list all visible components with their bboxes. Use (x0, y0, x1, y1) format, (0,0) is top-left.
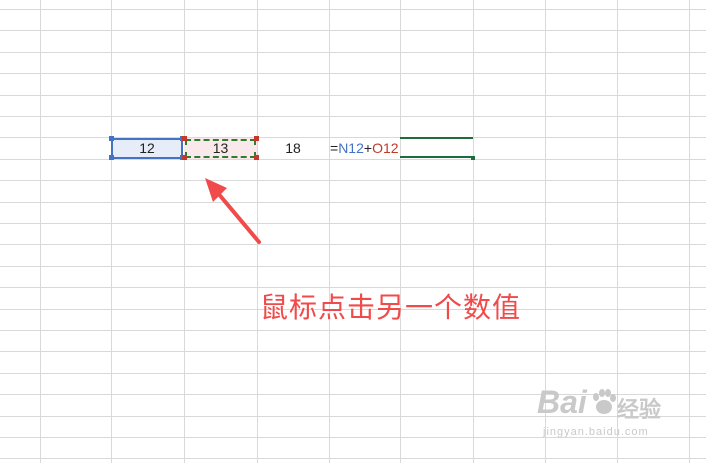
formula-plus: + (363, 140, 373, 156)
selection-handle[interactable] (109, 136, 114, 141)
selection-handle[interactable] (109, 155, 114, 160)
grid-row-line (0, 73, 706, 74)
paw-icon (593, 389, 616, 414)
cell-o12[interactable]: 13 (184, 138, 257, 159)
cell-p12[interactable]: 18 (257, 138, 329, 159)
watermark-brand-cn: 经验 (617, 397, 662, 422)
formula-ref-n12: N12 (338, 140, 364, 156)
cell-n12-value: 12 (139, 140, 155, 156)
cell-q12-formula[interactable]: =N12+O12 (329, 138, 402, 159)
selection-handle[interactable] (182, 136, 187, 141)
active-cell-border[interactable] (400, 137, 475, 160)
formula-ref-o12: O12 (372, 140, 399, 156)
grid-row-line (0, 244, 706, 245)
grid-row-line (0, 202, 706, 203)
watermark-brand: Bai (537, 384, 587, 420)
arrow-pointer-icon (205, 178, 261, 244)
selection-handle[interactable] (182, 155, 187, 160)
grid-row-line (0, 95, 706, 96)
grid-row-line (0, 330, 706, 331)
cell-n12[interactable]: 12 (111, 138, 183, 159)
copy-marquee (185, 139, 256, 158)
baidu-jingyan-watermark: Bai 经验 jingyan.baidu.com (533, 382, 673, 444)
active-cell-border-bottom (400, 156, 473, 158)
formula-text: =N12+O12 (330, 140, 399, 156)
grid-row-line (0, 159, 706, 160)
formula-equals: = (330, 140, 339, 156)
grid-row-line (0, 223, 706, 224)
grid-row-line (0, 52, 706, 53)
grid-row-line (0, 9, 706, 10)
fill-handle[interactable] (471, 156, 475, 160)
grid-row-line (0, 351, 706, 352)
grid-row-line (0, 180, 706, 181)
grid-row-line (0, 373, 706, 374)
watermark-url: jingyan.baidu.com (543, 426, 649, 438)
cell-p12-value: 18 (285, 140, 301, 156)
grid-row-line (0, 116, 706, 117)
grid-row-line (0, 30, 706, 31)
grid-row-line (0, 458, 706, 459)
active-cell-border-top (400, 137, 473, 139)
grid-row-line (0, 266, 706, 267)
annotation-caption: 鼠标点击另一个数值 (260, 292, 522, 323)
